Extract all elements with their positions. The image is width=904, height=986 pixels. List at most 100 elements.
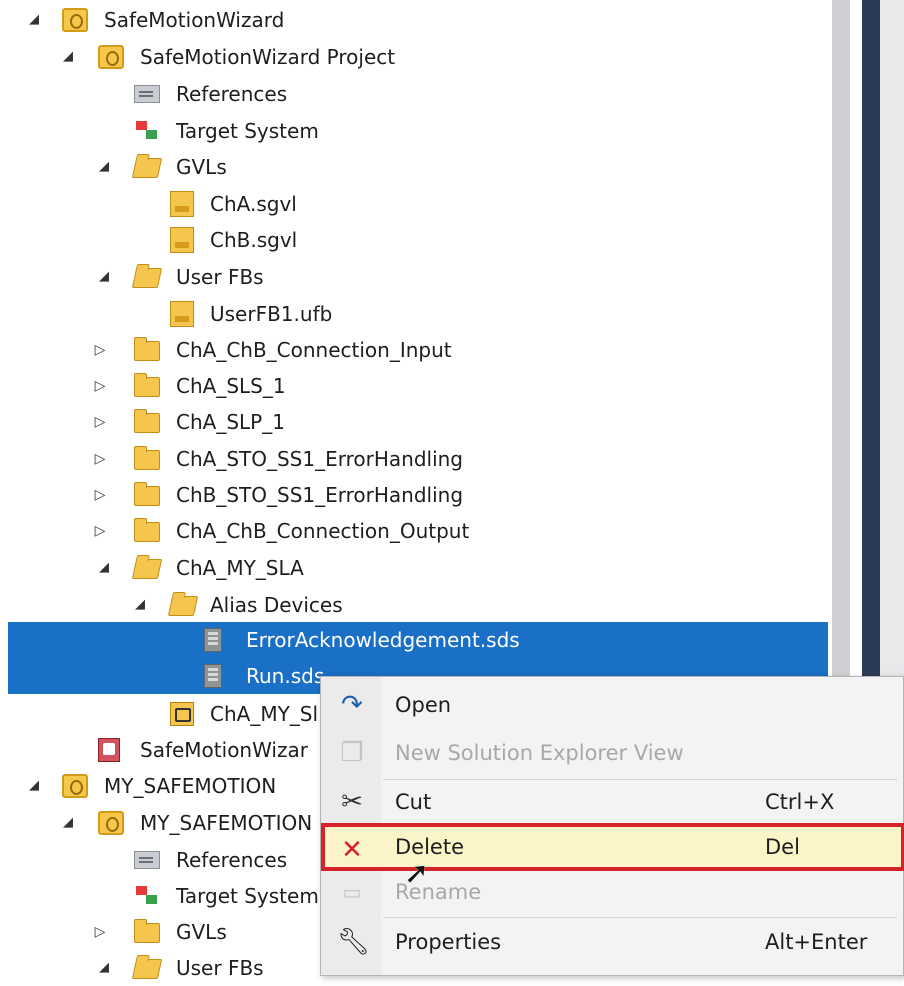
tree-item-user-fbs[interactable]: User FBs (0, 259, 828, 295)
tree-item-label: ErrorAcknowledgement.sds (246, 628, 520, 652)
tree-item-references[interactable]: References (0, 76, 828, 112)
tree-item-label: GVLs (176, 155, 227, 179)
tree-item-label: ChA_ChB_Connection_Output (176, 519, 470, 543)
collapse-arrow-icon[interactable] (92, 914, 108, 950)
tree-item-label: UserFB1.ufb (210, 302, 333, 326)
tree-item-label: SafeMotionWizar (140, 738, 308, 762)
references-icon (134, 85, 160, 103)
expand-arrow-icon[interactable] (96, 550, 112, 586)
expand-arrow-icon[interactable] (60, 39, 76, 75)
expand-arrow-icon[interactable] (132, 587, 148, 623)
tree-item-label: ChA_MY_Sl (210, 702, 319, 726)
references-icon (134, 851, 160, 869)
sds-file-icon (204, 628, 222, 652)
tree-item-folder[interactable]: ChA_SLS_1 (0, 368, 828, 404)
collapse-arrow-icon[interactable] (92, 513, 108, 549)
tree-item-label: References (176, 848, 288, 872)
menu-separator (383, 917, 897, 918)
delete-icon: ✕ (341, 835, 363, 865)
menu-item-properties[interactable]: 🔧︎ Properties Alt+Enter (321, 919, 904, 965)
folder-icon (134, 337, 160, 361)
target-system-icon (134, 884, 160, 908)
folder-icon (134, 373, 160, 397)
collapse-arrow-icon[interactable] (92, 477, 108, 513)
menu-item-label: Properties (395, 930, 502, 954)
target-system-icon (134, 119, 160, 143)
wrench-icon: 🔧︎ (337, 927, 371, 957)
expand-arrow-icon[interactable] (96, 149, 112, 185)
tree-item-label: User FBs (176, 265, 264, 289)
rename-icon: ▭ (342, 880, 362, 904)
expand-arrow-icon[interactable] (96, 259, 112, 295)
tree-item-folder[interactable]: ChA_ChB_Connection_Output (0, 513, 828, 549)
project-icon (98, 811, 124, 835)
tree-item-label: Run.sds (246, 664, 325, 688)
tree-item-gvls[interactable]: GVLs (0, 149, 828, 185)
menu-item-open[interactable]: ↷ Open (321, 682, 904, 728)
solution-icon (62, 774, 88, 798)
tree-item-userfb1[interactable]: UserFB1.ufb (0, 296, 828, 332)
menu-item-new-solution-explorer-view[interactable]: ❐ New Solution Explorer View (321, 730, 904, 776)
open-icon: ↷ (341, 690, 363, 720)
tree-item-label: ChA.sgvl (210, 192, 297, 216)
gvl-file-icon (170, 191, 194, 217)
menu-item-shortcut: Del (765, 835, 800, 859)
solution-icon (62, 8, 88, 32)
tree-item-label: SafeMotionWizard (104, 8, 285, 32)
tree-item-folder[interactable]: ChA_ChB_Connection_Input (0, 332, 828, 368)
folder-open-icon (131, 959, 163, 979)
menu-item-label: New Solution Explorer View (395, 741, 684, 765)
folder-icon (134, 518, 160, 542)
mouse-cursor-icon: ➚ (404, 856, 430, 891)
tree-item-label: MY_SAFEMOTION (140, 811, 313, 835)
tree-item-label: User FBs (176, 956, 264, 980)
folder-open-icon (131, 158, 163, 178)
folder-open-icon (167, 596, 199, 616)
expand-arrow-icon[interactable] (26, 768, 42, 804)
tree-item-chb-sgvl[interactable]: ChB.sgvl (0, 222, 828, 258)
collapse-arrow-icon[interactable] (92, 368, 108, 404)
collapse-arrow-icon[interactable] (92, 404, 108, 440)
tree-item-label: Target System (176, 119, 319, 143)
safety-project-icon (98, 738, 120, 762)
tree-item-cha-sgvl[interactable]: ChA.sgvl (0, 186, 828, 222)
folder-icon (134, 409, 160, 433)
menu-item-label: Open (395, 693, 452, 717)
expand-arrow-icon[interactable] (26, 2, 42, 38)
cut-icon: ✂ (341, 787, 363, 817)
expand-arrow-icon[interactable] (60, 805, 76, 841)
tree-item-label: ChA_STO_SS1_ErrorHandling (176, 447, 463, 471)
tree-item-cha-my-sla[interactable]: ChA_MY_SLA (0, 550, 828, 586)
folder-open-icon (131, 559, 163, 579)
menu-item-shortcut: Alt+Enter (765, 930, 868, 954)
tree-item-target-system[interactable]: Target System (0, 113, 828, 149)
collapse-arrow-icon[interactable] (92, 441, 108, 477)
tree-item-folder[interactable]: ChA_SLP_1 (0, 404, 828, 440)
folder-icon (134, 919, 160, 943)
tree-item-error-ack-sds[interactable]: ErrorAcknowledgement.sds (8, 622, 828, 658)
tree-item-label: ChB.sgvl (210, 228, 298, 252)
menu-item-label: Cut (395, 790, 432, 814)
folder-icon (134, 482, 160, 506)
sds-file-icon (204, 664, 222, 688)
tree-item-label: ChA_SLP_1 (176, 410, 285, 434)
tree-item-label: ChA_MY_SLA (176, 556, 304, 580)
expand-arrow-icon[interactable] (96, 950, 112, 986)
tree-item-folder[interactable]: ChA_STO_SS1_ErrorHandling (0, 441, 828, 477)
menu-item-cut[interactable]: ✂ Cut Ctrl+X (321, 779, 904, 825)
mapping-icon (170, 702, 194, 726)
tree-item-solution[interactable]: SafeMotionWizard (0, 2, 828, 38)
collapse-arrow-icon[interactable] (92, 332, 108, 368)
tree-item-label: References (176, 82, 288, 106)
tree-item-label: MY_SAFEMOTION (104, 774, 277, 798)
tree-item-project[interactable]: SafeMotionWizard Project (0, 39, 828, 75)
gvl-file-icon (170, 227, 194, 253)
ufb-file-icon (170, 301, 194, 327)
tree-item-label: ChA_SLS_1 (176, 374, 286, 398)
tree-item-alias-devices[interactable]: Alias Devices (0, 587, 828, 623)
tree-item-label: Target System (176, 884, 319, 908)
folder-icon (134, 446, 160, 470)
tree-item-folder[interactable]: ChB_STO_SS1_ErrorHandling (0, 477, 828, 513)
tree-item-label: ChB_STO_SS1_ErrorHandling (176, 483, 464, 507)
tree-item-label: Alias Devices (210, 593, 343, 617)
